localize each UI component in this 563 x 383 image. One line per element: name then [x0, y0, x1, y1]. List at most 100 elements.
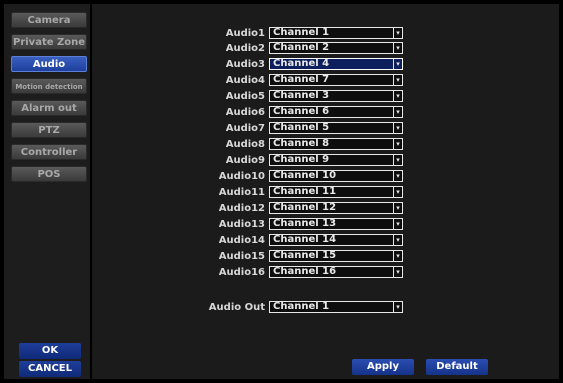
- dropdown-arrow-icon: ▾: [393, 91, 402, 101]
- audio-row: Audio4 Channel 7 ▾: [92, 73, 559, 88]
- select-value: Channel 13: [273, 218, 337, 229]
- audio-out-row: Audio Out Channel 1 ▾: [92, 300, 559, 315]
- audio-label: Audio3: [225, 59, 265, 70]
- select-value: Channel 5: [273, 122, 330, 133]
- audio-channel-select[interactable]: Channel 12 ▾: [269, 202, 403, 214]
- audio-channel-select[interactable]: Channel 5 ▾: [269, 122, 403, 134]
- sidebar-item-ptz[interactable]: PTZ: [11, 122, 87, 138]
- audio-channel-select[interactable]: Channel 1 ▾: [269, 27, 403, 39]
- audio-row: Audio16 Channel 16 ▾: [92, 265, 559, 280]
- dropdown-arrow-icon: ▾: [393, 155, 402, 165]
- audio-row: Audio13 Channel 13 ▾: [92, 217, 559, 232]
- audio-channel-select[interactable]: Channel 11 ▾: [269, 186, 403, 198]
- sidebar-item-audio[interactable]: Audio: [11, 56, 87, 72]
- dropdown-arrow-icon: ▾: [393, 302, 402, 312]
- dropdown-arrow-icon: ▾: [393, 235, 402, 245]
- dropdown-arrow-icon: ▾: [393, 139, 402, 149]
- sidebar: Camera Private Zone Audio Motion detecti…: [4, 4, 90, 379]
- audio-label: Audio13: [218, 219, 265, 230]
- default-button[interactable]: Default: [426, 359, 488, 375]
- audio-row: Audio7 Channel 5 ▾: [92, 121, 559, 136]
- select-value: Channel 4: [273, 58, 330, 69]
- select-value: Channel 9: [273, 154, 330, 165]
- audio-label: Audio8: [225, 139, 265, 150]
- select-value: Channel 1: [273, 301, 330, 312]
- dropdown-arrow-icon: ▾: [393, 107, 402, 117]
- dropdown-arrow-icon: ▾: [393, 28, 402, 38]
- audio-label: Audio4: [225, 75, 265, 86]
- cancel-button[interactable]: CANCEL: [19, 361, 81, 377]
- audio-row: Audio10 Channel 10 ▾: [92, 169, 559, 184]
- audio-label: Audio11: [218, 187, 265, 198]
- audio-settings-panel: Audio1 Channel 1 ▾ Audio2 Channel 2 ▾ Audi…: [92, 4, 559, 379]
- sidebar-item-alarm-out[interactable]: Alarm out: [11, 100, 87, 116]
- select-value: Channel 6: [273, 106, 330, 117]
- audio-label: Audio10: [218, 171, 265, 182]
- dropdown-arrow-icon: ▾: [393, 43, 402, 53]
- audio-label: Audio14: [218, 235, 265, 246]
- audio-channel-select[interactable]: Channel 9 ▾: [269, 154, 403, 166]
- select-value: Channel 3: [273, 90, 330, 101]
- audio-row: Audio14 Channel 14 ▾: [92, 233, 559, 248]
- sidebar-item-private-zone[interactable]: Private Zone: [11, 34, 87, 50]
- audio-label: Audio1: [225, 28, 265, 39]
- audio-label: Audio15: [218, 251, 265, 262]
- audio-row: Audio8 Channel 8 ▾: [92, 137, 559, 152]
- select-value: Channel 7: [273, 74, 330, 85]
- audio-channel-select[interactable]: Channel 16 ▾: [269, 266, 403, 278]
- sidebar-item-camera[interactable]: Camera: [11, 12, 87, 28]
- audio-channel-select[interactable]: Channel 13 ▾: [269, 218, 403, 230]
- audio-row: Audio11 Channel 11 ▾: [92, 185, 559, 200]
- dropdown-arrow-icon: ▾: [393, 251, 402, 261]
- audio-channel-select[interactable]: Channel 4 ▾: [269, 58, 403, 70]
- dropdown-arrow-icon: ▾: [393, 267, 402, 277]
- select-value: Channel 8: [273, 138, 330, 149]
- audio-label: Audio7: [225, 123, 265, 134]
- window-frame: Camera Private Zone Audio Motion detecti…: [0, 0, 563, 383]
- audio-label: Audio2: [225, 43, 265, 54]
- select-value: Channel 2: [273, 42, 330, 53]
- select-value: Channel 1: [273, 27, 330, 38]
- dropdown-arrow-icon: ▾: [393, 187, 402, 197]
- audio-row: Audio15 Channel 15 ▾: [92, 249, 559, 264]
- dropdown-arrow-icon: ▾: [393, 59, 402, 69]
- audio-label: Audio6: [225, 107, 265, 118]
- audio-out-label: Audio Out: [208, 302, 265, 313]
- audio-row: Audio2 Channel 2 ▾: [92, 41, 559, 56]
- audio-row: Audio6 Channel 6 ▾: [92, 105, 559, 120]
- select-value: Channel 12: [273, 202, 337, 213]
- select-value: Channel 10: [273, 170, 337, 181]
- audio-row: Audio3 Channel 4 ▾: [92, 57, 559, 72]
- audio-channel-select[interactable]: Channel 14 ▾: [269, 234, 403, 246]
- dropdown-arrow-icon: ▾: [393, 75, 402, 85]
- audio-channel-select[interactable]: Channel 15 ▾: [269, 250, 403, 262]
- sidebar-item-motion-detection[interactable]: Motion detection: [11, 78, 87, 94]
- dropdown-arrow-icon: ▾: [393, 203, 402, 213]
- select-value: Channel 14: [273, 234, 337, 245]
- select-value: Channel 16: [273, 266, 337, 277]
- audio-label: Audio16: [218, 267, 265, 278]
- dropdown-arrow-icon: ▾: [393, 171, 402, 181]
- audio-channel-select[interactable]: Channel 10 ▾: [269, 170, 403, 182]
- audio-channel-select[interactable]: Channel 3 ▾: [269, 90, 403, 102]
- audio-channel-select[interactable]: Channel 6 ▾: [269, 106, 403, 118]
- select-value: Channel 11: [273, 186, 337, 197]
- audio-channel-select[interactable]: Channel 7 ▾: [269, 74, 403, 86]
- audio-channel-select[interactable]: Channel 2 ▾: [269, 42, 403, 54]
- ok-button[interactable]: OK: [19, 343, 81, 359]
- dropdown-arrow-icon: ▾: [393, 123, 402, 133]
- apply-button[interactable]: Apply: [352, 359, 414, 375]
- audio-label: Audio5: [225, 91, 265, 102]
- audio-channel-select[interactable]: Channel 8 ▾: [269, 138, 403, 150]
- audio-label: Audio12: [218, 203, 265, 214]
- dropdown-arrow-icon: ▾: [393, 219, 402, 229]
- sidebar-item-controller[interactable]: Controller: [11, 144, 87, 160]
- audio-row: Audio12 Channel 12 ▾: [92, 201, 559, 216]
- sidebar-item-pos[interactable]: POS: [11, 166, 87, 182]
- audio-row: Audio1 Channel 1 ▾: [92, 26, 559, 41]
- audio-row: Audio5 Channel 3 ▾: [92, 89, 559, 104]
- select-value: Channel 15: [273, 250, 337, 261]
- audio-row: Audio9 Channel 9 ▾: [92, 153, 559, 168]
- audio-label: Audio9: [225, 155, 265, 166]
- audio-out-select[interactable]: Channel 1 ▾: [269, 301, 403, 313]
